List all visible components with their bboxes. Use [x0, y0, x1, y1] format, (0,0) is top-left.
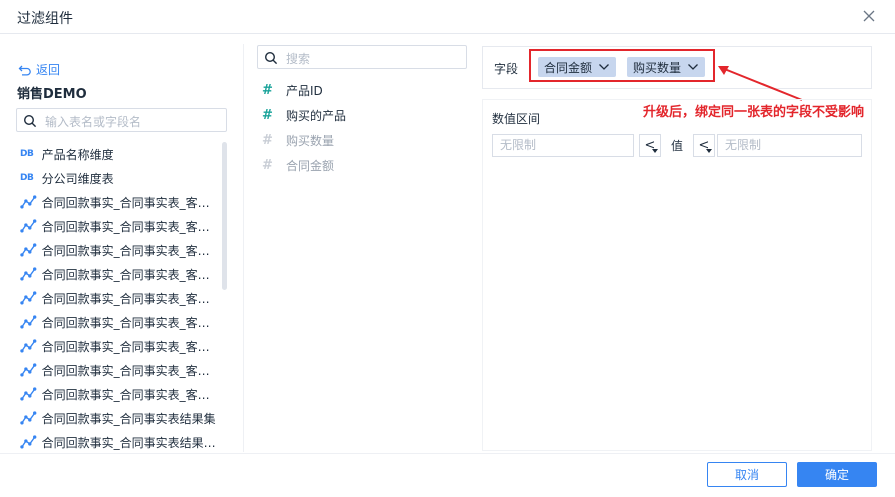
range-label: 数值区间	[492, 112, 541, 126]
etl-icon	[20, 363, 37, 377]
min-value-input[interactable]: 无限制	[492, 134, 634, 157]
close-icon[interactable]	[861, 8, 877, 24]
table-list-item[interactable]: 合同回款事实_合同事实表_客户维度表	[20, 190, 220, 214]
caret-down-icon	[652, 149, 658, 153]
field-list-item-label: 产品ID	[286, 84, 323, 98]
table-list-item[interactable]: 合同回款事实_合同事实表_客户维度表	[20, 382, 220, 406]
etl-icon	[20, 219, 37, 233]
field-list-item[interactable]: # 购买数量	[262, 128, 346, 153]
table-list-item-label: 产品名称维度	[41, 147, 114, 162]
field-search-input[interactable]: 搜索	[257, 45, 467, 69]
numeric-field-icon: #	[262, 158, 273, 173]
etl-icon	[20, 315, 37, 329]
field-list-item-label: 合同金额	[286, 159, 335, 173]
table-list-item[interactable]: 合同回款事实_合同事实表结果集	[20, 406, 220, 430]
max-operator-select[interactable]: <	[693, 134, 715, 157]
table-list-item-label: 合同回款事实_合同事实表_客户维度表	[41, 219, 220, 234]
db-icon: DB	[20, 149, 34, 159]
back-link[interactable]: 返回	[18, 61, 60, 78]
table-list-item-label: 合同回款事实_合同事实表_客户维度表	[41, 291, 220, 306]
table-list-item-label: 合同回款事实_合同事实表_客户维度表	[41, 195, 220, 210]
table-list-item[interactable]: 合同回款事实_合同事实表_客户维度表	[20, 214, 220, 238]
package-name: 销售DEMO	[17, 87, 87, 102]
table-list-item-label: 合同回款事实_合同事实表_客户维度表	[41, 339, 220, 354]
field-search-placeholder: 搜索	[286, 52, 311, 66]
numeric-field-icon: #	[262, 83, 273, 98]
annotation-highlight-box	[529, 49, 715, 82]
dialog-title: 过滤组件	[17, 11, 73, 27]
field-list-item[interactable]: # 产品ID	[262, 78, 346, 103]
dialog-titlebar: 过滤组件	[0, 0, 895, 34]
confirm-button[interactable]: 确定	[797, 462, 877, 487]
etl-icon	[20, 291, 37, 305]
db-icon: DB	[20, 173, 34, 183]
table-list-item[interactable]: 合同回款事实_合同事实表结果集2	[20, 430, 220, 454]
field-panel: 搜索 # 产品ID # 购买的产品 # 购买数量 # 合同金额	[244, 34, 472, 454]
etl-icon	[20, 243, 37, 257]
table-list-item[interactable]: 合同回款事实_合同事实表_客户维度表	[20, 238, 220, 262]
table-search-input[interactable]: 输入表名或字段名	[16, 108, 227, 132]
numeric-field-icon: #	[262, 133, 273, 148]
filter-component-dialog: 过滤组件 返回 销售DEMO 输入表名或字段名 DB 产品名称维度 DB 分公司维度表…	[0, 0, 895, 497]
min-operator-select[interactable]: <	[639, 134, 661, 157]
search-icon	[264, 51, 278, 65]
field-list-item-label: 购买的产品	[286, 109, 347, 123]
footer-divider	[0, 453, 895, 454]
etl-icon	[20, 195, 37, 209]
table-list-item-label: 分公司维度表	[41, 171, 114, 186]
table-list-item[interactable]: DB 产品名称维度	[20, 142, 220, 166]
value-label: 值	[671, 139, 684, 153]
table-list-item[interactable]: 合同回款事实_合同事实表_客户维度表	[20, 286, 220, 310]
field-list-item-label: 购买数量	[286, 134, 335, 148]
table-list-item-label: 合同回款事实_合同事实表_客户维度表	[41, 315, 220, 330]
table-list-item-label: 合同回款事实_合同事实表_客户维度表	[41, 267, 220, 282]
table-list-item[interactable]: 合同回款事实_合同事实表_客户维度表	[20, 358, 220, 382]
table-search-placeholder: 输入表名或字段名	[45, 115, 142, 129]
table-list-item[interactable]: 合同回款事实_合同事实表_客户维度表	[20, 310, 220, 334]
table-panel: 返回 销售DEMO 输入表名或字段名 DB 产品名称维度 DB 分公司维度表合同回款事…	[0, 34, 243, 454]
annotation-arrow-icon	[718, 66, 803, 101]
field-list-item[interactable]: # 购买的产品	[262, 103, 346, 128]
caret-down-icon	[706, 149, 712, 153]
numeric-field-icon: #	[262, 108, 273, 123]
table-list-item[interactable]: 合同回款事实_合同事实表_客户维度表	[20, 334, 220, 358]
back-label: 返回	[36, 63, 61, 77]
etl-icon	[20, 411, 37, 425]
table-list-item-label: 合同回款事实_合同事实表结果集	[41, 411, 216, 426]
field-list: # 产品ID # 购买的产品 # 购买数量 # 合同金额	[262, 78, 346, 178]
table-list-item-label: 合同回款事实_合同事实表_客户维度表	[41, 387, 220, 402]
etl-icon	[20, 435, 37, 449]
field-label: 字段	[494, 62, 519, 76]
table-list-item-label: 合同回款事实_合同事实表_客户维度表	[41, 363, 220, 378]
table-list-item[interactable]: DB 分公司维度表	[20, 166, 220, 190]
table-list-item[interactable]: 合同回款事实_合同事实表_客户维度表	[20, 262, 220, 286]
etl-icon	[20, 339, 37, 353]
table-list-item-label: 合同回款事实_合同事实表结果集2	[41, 435, 220, 450]
max-value-input[interactable]: 无限制	[717, 134, 862, 157]
etl-icon	[20, 267, 37, 281]
back-arrow-icon	[18, 65, 31, 76]
cancel-button[interactable]: 取消	[707, 462, 787, 487]
search-icon	[23, 114, 37, 128]
field-list-item[interactable]: # 合同金额	[262, 153, 346, 178]
table-list-item-label: 合同回款事实_合同事实表_客户维度表	[41, 243, 220, 258]
table-list: DB 产品名称维度 DB 分公司维度表合同回款事实_合同事实表_客户维度表合同回款事实…	[20, 142, 220, 454]
table-list-scrollbar[interactable]	[222, 142, 227, 290]
etl-icon	[20, 387, 37, 401]
